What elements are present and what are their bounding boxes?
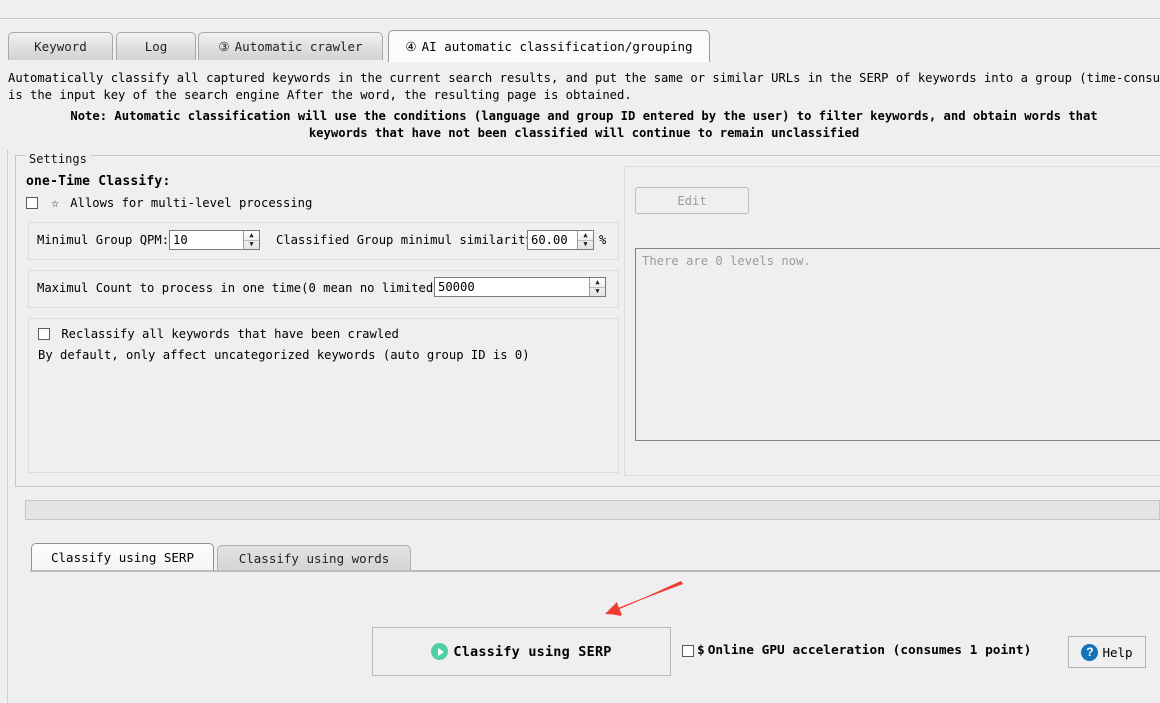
multilevel-checkbox[interactable]: [26, 197, 38, 209]
separator-bar: [25, 500, 1160, 520]
reclassify-checkbox-row[interactable]: Reclassify all keywords that have been c…: [38, 327, 399, 341]
help-button-label: Help: [1102, 644, 1133, 660]
similarity-percent-label: %: [599, 233, 607, 247]
note-line-2: keywords that have not been classified w…: [308, 126, 860, 140]
reclassify-hint: By default, only affect uncategorized ke…: [38, 348, 530, 362]
help-button[interactable]: ? Help: [1068, 636, 1146, 668]
min-group-qpm-stepper[interactable]: ▲ ▼: [243, 231, 259, 249]
tab-log-label: Log: [144, 39, 168, 54]
tab-ai-classification-label: AI automatic classification/grouping: [421, 39, 693, 54]
note-line-1: Note: Automatic classification will use …: [70, 109, 1098, 123]
min-group-qpm-value[interactable]: 10: [170, 231, 243, 249]
min-group-qpm-label: Minimul Group QPM:: [37, 233, 170, 247]
multilevel-checkbox-label: Allows for multi-level processing: [70, 196, 313, 210]
stepper-up-icon[interactable]: ▲: [590, 278, 605, 288]
top-divider: [0, 18, 1160, 19]
reclassify-label: Reclassify all keywords that have been c…: [61, 327, 399, 341]
stepper-down-icon[interactable]: ▼: [578, 241, 593, 250]
max-count-stepper[interactable]: ▲ ▼: [589, 278, 605, 296]
question-mark-icon: ?: [1081, 643, 1099, 661]
one-time-classify-heading: one-Time Classify:: [26, 174, 171, 189]
stepper-down-icon[interactable]: ▼: [590, 288, 605, 297]
stepper-down-icon[interactable]: ▼: [244, 241, 259, 250]
circled-four-icon: ④: [405, 39, 417, 54]
play-icon: [431, 643, 449, 660]
levels-textarea[interactable]: There are 0 levels now.: [635, 248, 1160, 441]
description-line-1: Automatically classify all captured keyw…: [8, 71, 1160, 85]
min-similarity-value[interactable]: 60.00: [528, 231, 577, 249]
dollar-icon: $: [697, 643, 705, 658]
bottom-tab-classify-words[interactable]: Classify using words: [217, 545, 411, 570]
reclassify-subbox: [28, 318, 619, 473]
gpu-acceleration-label: Online GPU acceleration (consumes 1 poin…: [707, 643, 1032, 658]
description-line-2: is the input key of the search engine Af…: [8, 88, 632, 102]
tab-keyword[interactable]: Keyword: [8, 32, 113, 60]
classify-using-serp-button-label: Classify using SERP: [453, 643, 612, 660]
multilevel-checkbox-row[interactable]: ☆ Allows for multi-level processing: [26, 195, 312, 210]
gpu-acceleration-checkbox[interactable]: [682, 644, 694, 657]
max-count-value[interactable]: 50000: [435, 278, 589, 296]
bottom-tab-classify-words-label: Classify using words: [238, 550, 390, 566]
tab-automatic-crawler-label: Automatic crawler: [234, 39, 363, 54]
settings-groupbox-title: Settings: [25, 152, 91, 166]
reclassify-checkbox[interactable]: [38, 328, 50, 340]
min-similarity-spinner[interactable]: 60.00 ▲ ▼: [527, 230, 594, 250]
star-icon: ☆: [51, 195, 59, 210]
gpu-acceleration-row[interactable]: $ Online GPU acceleration (consumes 1 po…: [682, 643, 1031, 658]
levels-text: There are 0 levels now.: [642, 254, 811, 268]
tab-keyword-label: Keyword: [34, 39, 87, 54]
max-count-label: Maximul Count to process in one time(0 m…: [37, 281, 448, 295]
bottom-tab-classify-serp[interactable]: Classify using SERP: [31, 543, 214, 570]
classify-using-serp-button[interactable]: Classify using SERP: [372, 627, 671, 676]
circled-three-icon: ③: [218, 39, 230, 54]
tab-ai-classification[interactable]: ④ AI automatic classification/grouping: [388, 30, 710, 62]
stepper-up-icon[interactable]: ▲: [578, 231, 593, 241]
max-count-spinner[interactable]: 50000 ▲ ▼: [434, 277, 606, 297]
stepper-up-icon[interactable]: ▲: [244, 231, 259, 241]
min-group-qpm-spinner[interactable]: 10 ▲ ▼: [169, 230, 260, 250]
min-similarity-label: Classified Group minimul similarity: [276, 233, 533, 247]
note-text: Note: Automatic classification will use …: [8, 108, 1160, 142]
tab-log[interactable]: Log: [116, 32, 196, 60]
tab-automatic-crawler[interactable]: ③ Automatic crawler: [198, 32, 383, 60]
edit-button[interactable]: Edit: [635, 187, 749, 214]
bottom-tab-classify-serp-label: Classify using SERP: [51, 549, 194, 565]
min-similarity-stepper[interactable]: ▲ ▼: [577, 231, 593, 249]
description-text: Automatically classify all captured keyw…: [8, 70, 1160, 104]
